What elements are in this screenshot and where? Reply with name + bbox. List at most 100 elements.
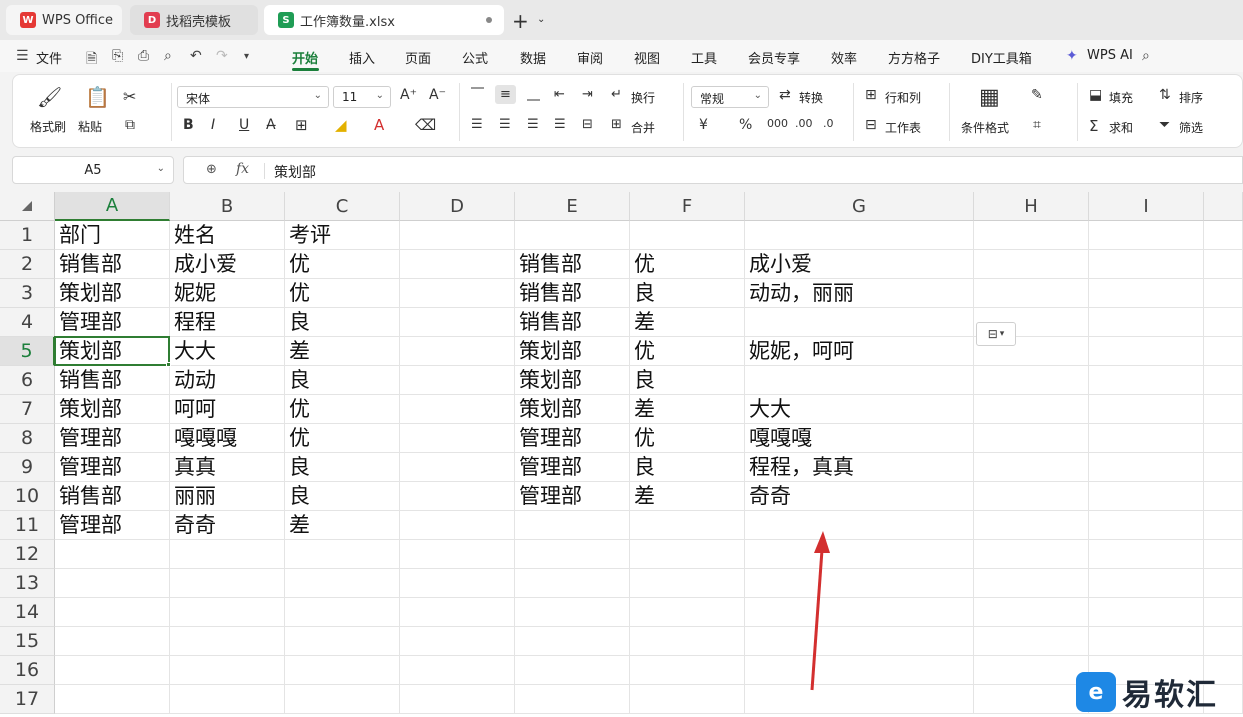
cell-a5[interactable]: 策划部 — [55, 337, 170, 366]
formula-content[interactable]: 策划部 — [274, 162, 316, 182]
menu-view[interactable]: 视图 — [634, 48, 660, 67]
chevron-down-icon[interactable]: ⌄ — [157, 163, 165, 174]
paste-options-button[interactable]: ⊟ ▾ — [976, 322, 1016, 346]
cell-e6[interactable]: 策划部 — [515, 366, 630, 395]
cell-b2[interactable]: 成小爱 — [170, 250, 285, 279]
column-header-f[interactable]: F — [630, 192, 745, 221]
cell-e12[interactable] — [515, 540, 630, 569]
cell-b4[interactable]: 程程 — [170, 308, 285, 337]
cell-f5[interactable]: 优 — [630, 337, 745, 366]
strikethrough-icon[interactable]: A̶ — [266, 117, 276, 133]
cell-h10[interactable] — [974, 482, 1089, 511]
cell-d7[interactable] — [400, 395, 515, 424]
print-icon[interactable]: ⎙ — [138, 48, 149, 64]
cell-d11[interactable] — [400, 511, 515, 540]
sum-icon[interactable]: Σ — [1089, 117, 1098, 135]
cell-i14[interactable] — [1089, 598, 1204, 627]
wrap-text-icon[interactable]: ↵ — [611, 87, 622, 102]
cut-icon[interactable]: ✂ — [123, 87, 136, 106]
spreadsheet-grid[interactable]: A B C D E F G H I 1 部门 姓名 考评 2 销售部 成小爱优销售部优成小爱 3 策划部 妮妮优销售… — [0, 192, 1243, 717]
cell-e8[interactable]: 管理部 — [515, 424, 630, 453]
redo-icon[interactable]: ↷ — [216, 48, 228, 64]
cell-g16[interactable] — [745, 656, 974, 685]
cell-e7[interactable]: 策划部 — [515, 395, 630, 424]
merge-cells-label[interactable]: 合并 — [631, 119, 655, 136]
cell-overflow[interactable] — [1204, 453, 1243, 482]
paste-icon[interactable]: 📋 — [85, 85, 110, 109]
cell-h15[interactable] — [974, 627, 1089, 656]
cell-h9[interactable] — [974, 453, 1089, 482]
fx-icon[interactable]: fx — [236, 161, 249, 177]
cell-h3[interactable] — [974, 279, 1089, 308]
column-header-a[interactable]: A — [55, 192, 170, 221]
cell-f16[interactable] — [630, 656, 745, 685]
select-all-corner[interactable] — [0, 192, 55, 221]
cell-overflow[interactable] — [1204, 424, 1243, 453]
column-header-i[interactable]: I — [1089, 192, 1204, 221]
row-col-label[interactable]: 行和列 — [885, 89, 921, 106]
cell-d17[interactable] — [400, 685, 515, 714]
sum-label[interactable]: 求和 — [1109, 119, 1133, 136]
cell-f1[interactable] — [630, 221, 745, 250]
align-bottom-icon[interactable]: ⎽ — [527, 87, 540, 102]
cell-h11[interactable] — [974, 511, 1089, 540]
decrease-indent-icon[interactable]: ⇤ — [554, 87, 565, 102]
cell-c16[interactable] — [285, 656, 400, 685]
underline-icon[interactable]: U — [239, 117, 249, 133]
cell-h6[interactable] — [974, 366, 1089, 395]
cell-b9[interactable]: 真真 — [170, 453, 285, 482]
cell-i9[interactable] — [1089, 453, 1204, 482]
convert-label[interactable]: 转换 — [799, 89, 823, 106]
cell-i11[interactable] — [1089, 511, 1204, 540]
cell-c6[interactable]: 良 — [285, 366, 400, 395]
cell-b12[interactable] — [170, 540, 285, 569]
column-header-h[interactable]: H — [974, 192, 1089, 221]
cell-a14[interactable] — [55, 598, 170, 627]
cell-h8[interactable] — [974, 424, 1089, 453]
name-box[interactable]: A5 ⌄ — [12, 156, 174, 184]
cell-h16[interactable] — [974, 656, 1089, 685]
cell-g13[interactable] — [745, 569, 974, 598]
cell-d12[interactable] — [400, 540, 515, 569]
menu-file[interactable]: 文件 — [36, 48, 62, 67]
cell-overflow[interactable] — [1204, 308, 1243, 337]
row-header-17[interactable]: 17 — [0, 685, 55, 714]
format-painter-icon[interactable]: 🖌 — [37, 85, 62, 109]
filter-label[interactable]: 筛选 — [1179, 119, 1203, 136]
cell-a2[interactable]: 销售部 — [55, 250, 170, 279]
row-header-13[interactable]: 13 — [0, 569, 55, 598]
cell-g9[interactable]: 程程，真真 — [745, 453, 974, 482]
cell-f17[interactable] — [630, 685, 745, 714]
cell-e4[interactable]: 销售部 — [515, 308, 630, 337]
cell-f7[interactable]: 差 — [630, 395, 745, 424]
cell-b11[interactable]: 奇奇 — [170, 511, 285, 540]
cell-g15[interactable] — [745, 627, 974, 656]
cell-f9[interactable]: 良 — [630, 453, 745, 482]
row-header-8[interactable]: 8 — [0, 424, 55, 453]
row-col-icon[interactable]: ⊞ — [865, 87, 877, 103]
menu-insert[interactable]: 插入 — [349, 48, 375, 67]
cell-e9[interactable]: 管理部 — [515, 453, 630, 482]
cell-c1[interactable]: 考评 — [285, 221, 400, 250]
cell-b5[interactable]: 大大 — [170, 337, 285, 366]
decrease-decimal-icon[interactable]: .0 — [823, 117, 834, 130]
crop-icon[interactable]: ⌗ — [1033, 117, 1041, 133]
new-tab-plus-icon[interactable]: + — [512, 9, 529, 33]
column-header-e[interactable]: E — [515, 192, 630, 221]
cell-g17[interactable] — [745, 685, 974, 714]
align-right-icon[interactable]: ☰ — [527, 117, 539, 132]
cell-f14[interactable] — [630, 598, 745, 627]
cell-e11[interactable] — [515, 511, 630, 540]
hamburger-menu-icon[interactable]: ☰ — [16, 48, 29, 64]
row-header-3[interactable]: 3 — [0, 279, 55, 308]
cell-overflow[interactable] — [1204, 395, 1243, 424]
cell-e2[interactable]: 销售部 — [515, 250, 630, 279]
cell-e10[interactable]: 管理部 — [515, 482, 630, 511]
cell-i5[interactable] — [1089, 337, 1204, 366]
cell-g2[interactable]: 成小爱 — [745, 250, 974, 279]
thousands-icon[interactable]: 000 — [767, 117, 788, 130]
row-header-5[interactable]: 5 — [0, 337, 55, 366]
cell-overflow[interactable] — [1204, 569, 1243, 598]
menu-tools[interactable]: 工具 — [691, 48, 717, 67]
tab-workbook[interactable]: S 工作簿数量.xlsx — [264, 5, 504, 35]
